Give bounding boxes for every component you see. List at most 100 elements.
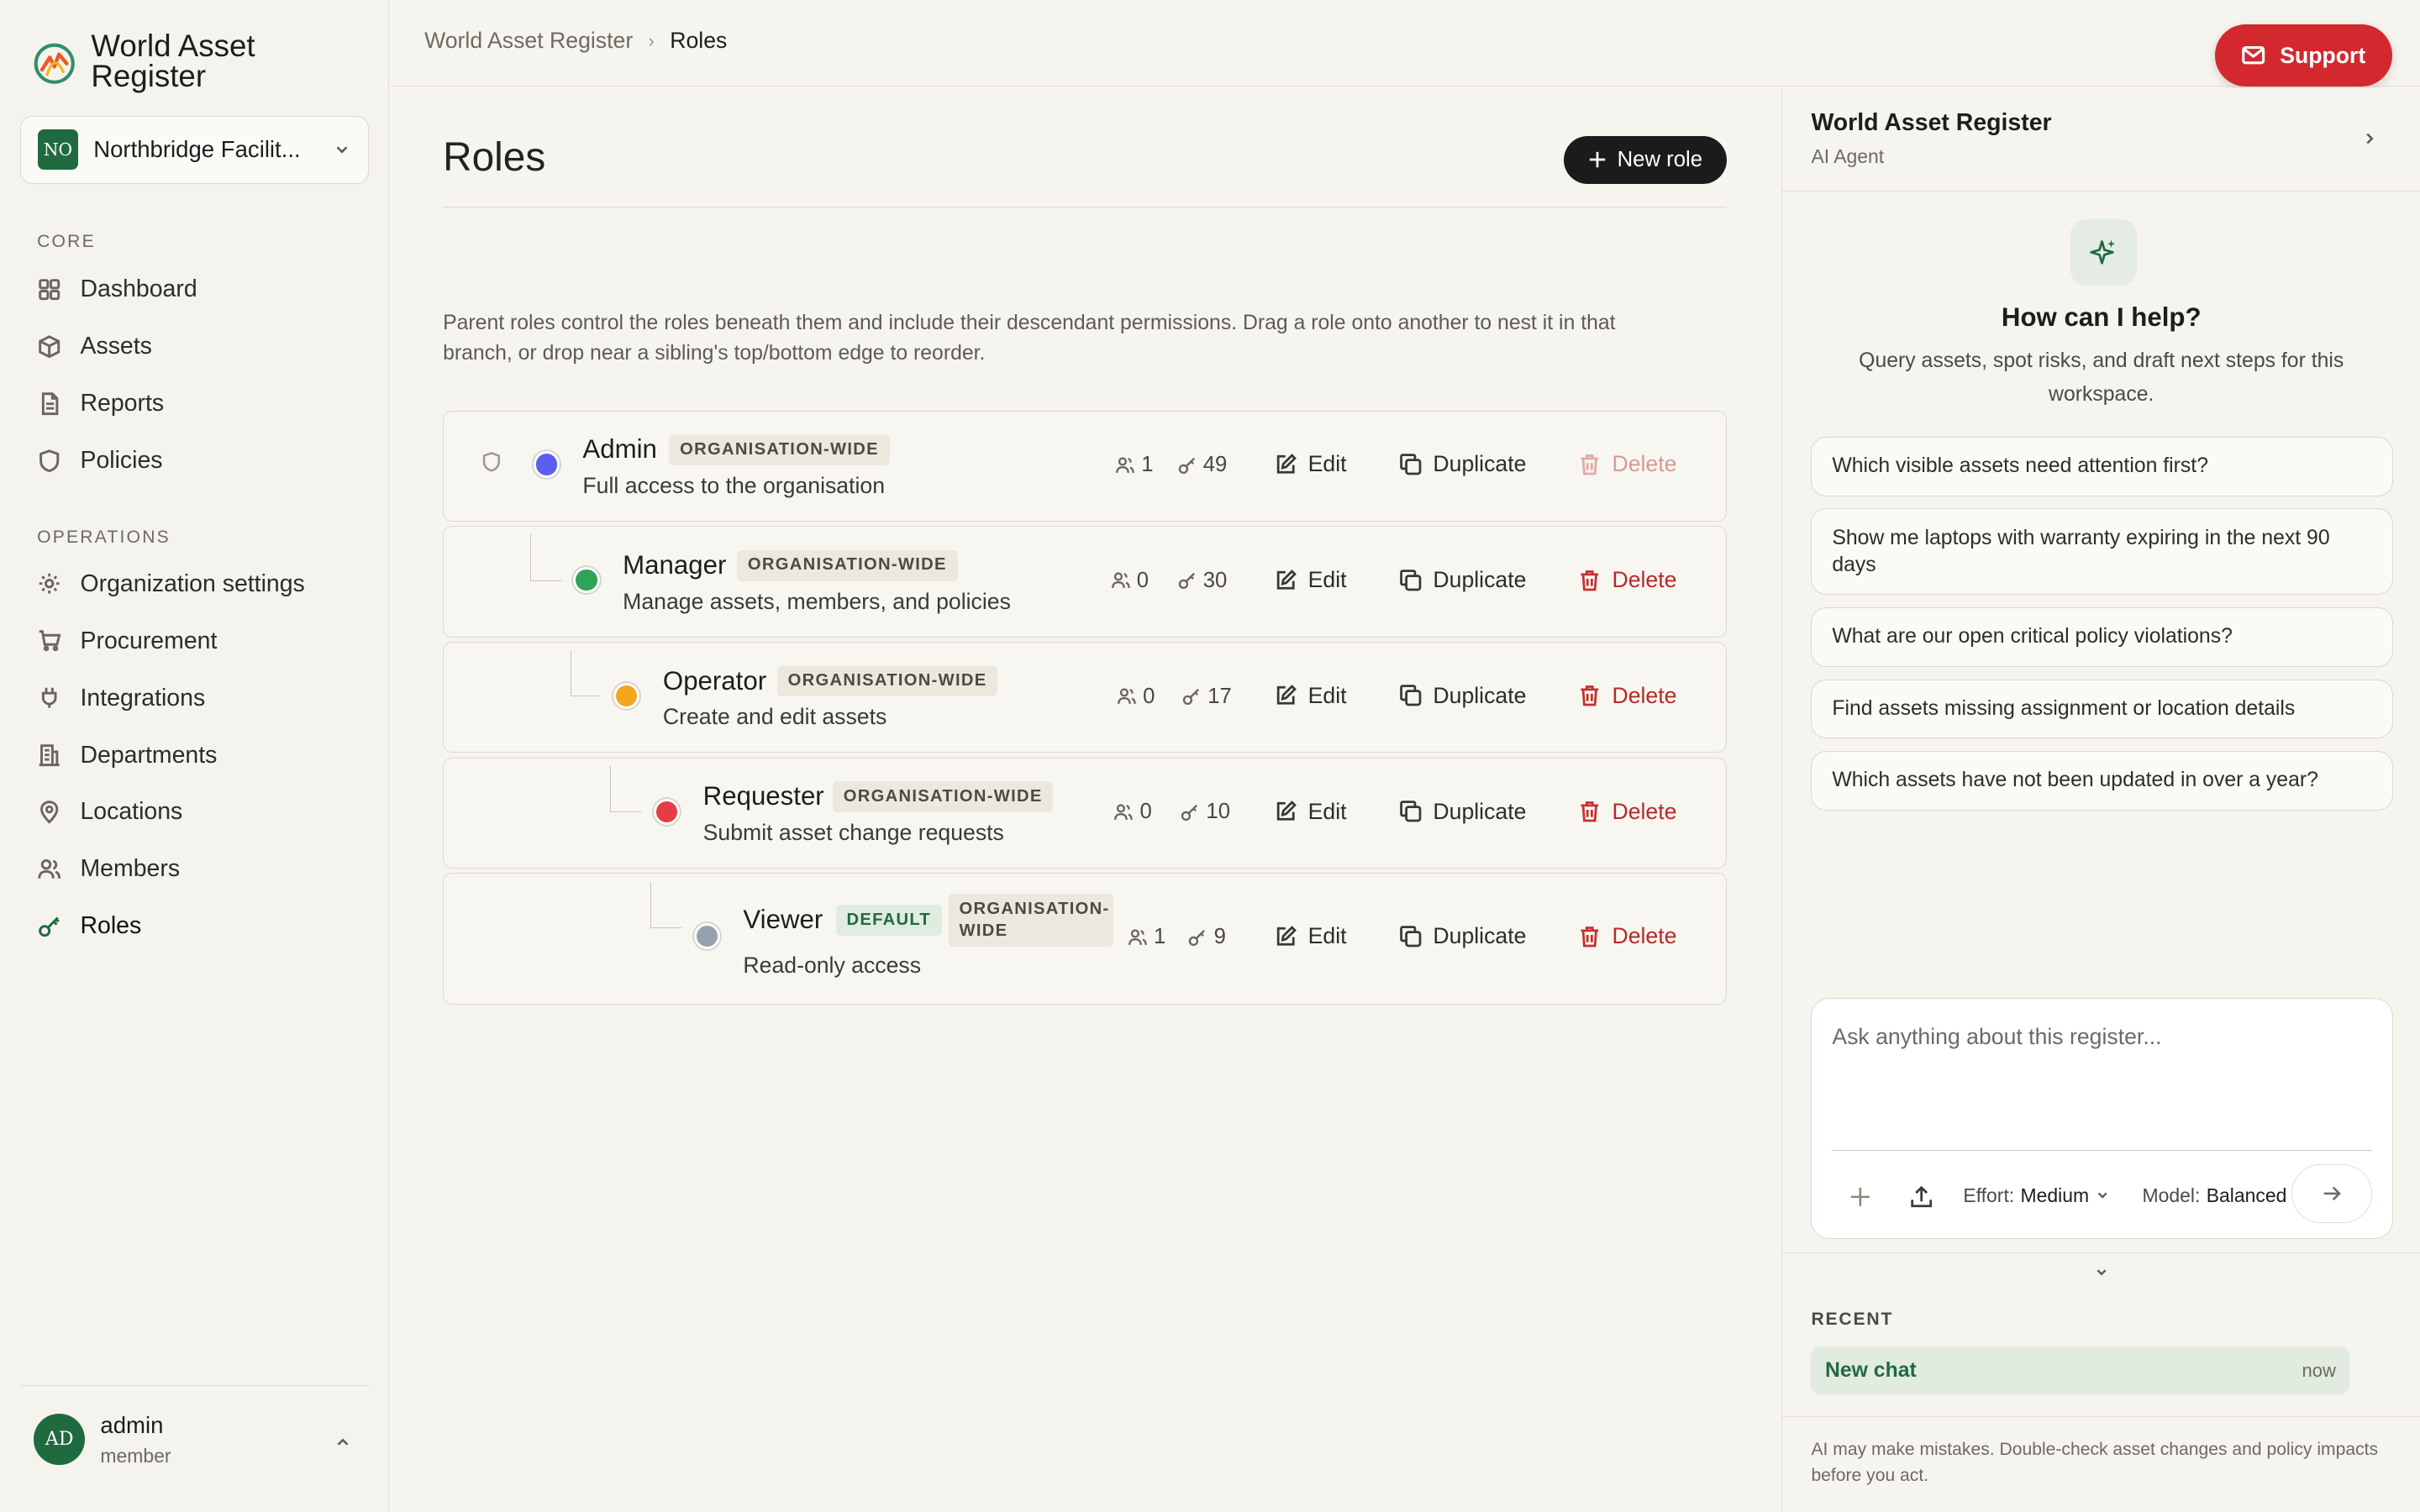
tree-connector (610, 765, 642, 813)
upload-icon[interactable] (1909, 1184, 1933, 1209)
role-row-admin[interactable]: Admin ORGANISATION-WIDE Full access to t… (443, 410, 1728, 522)
role-description: Full access to the organisation (582, 473, 886, 498)
chat-input[interactable]: Ask anything about this register... (1832, 1024, 2161, 1050)
brand[interactable]: World Asset Register (33, 30, 308, 92)
effort-label: Effort: (1963, 1184, 2015, 1206)
delete-button[interactable]: Delete (1578, 567, 1676, 593)
sidebar-item-label: Roles (80, 912, 142, 940)
suggestion-chip[interactable]: What are our open critical policy violat… (1811, 607, 2393, 667)
sidebar-item-label: Dashboard (80, 275, 197, 302)
role-color-dot (653, 798, 681, 825)
duplicate-button[interactable]: Duplicate (1399, 923, 1526, 949)
key-icon (1181, 804, 1198, 821)
sidebar-item-assets[interactable]: Assets (20, 318, 369, 375)
users-icon (1128, 929, 1147, 945)
duplicate-button[interactable]: Duplicate (1399, 567, 1526, 593)
users-icon (1114, 804, 1134, 820)
breadcrumb-item-home[interactable]: World Asset Register (424, 28, 633, 54)
edit-button[interactable]: Edit (1274, 683, 1347, 709)
user-role: member (100, 1444, 171, 1467)
role-row-operator[interactable]: Operator ORGANISATION-WIDE Create and ed… (443, 642, 1728, 753)
edit-label: Edit (1307, 451, 1347, 477)
sidebar-item-roles[interactable]: Roles (20, 898, 369, 955)
role-name: Admin (582, 434, 657, 465)
cart-icon (39, 630, 61, 652)
chevron-right-icon[interactable] (2360, 129, 2379, 148)
role-row-viewer[interactable]: Viewer DEFAULT ORGANISATION- WIDE Read-o… (443, 873, 1728, 1005)
sidebar-item-label: Reports (80, 389, 165, 417)
sidebar-item-policies[interactable]: Policies (20, 432, 369, 489)
sidebar-item-label: Procurement (80, 627, 218, 654)
permission-count: 49 (1177, 453, 1227, 477)
key-icon (1178, 573, 1195, 590)
sidebar-item-members[interactable]: Members (20, 841, 369, 898)
recent-chat-item[interactable]: New chat now (1811, 1347, 2350, 1395)
tree-connector (650, 881, 681, 928)
suggestion-chip[interactable]: Find assets missing assignment or locati… (1811, 679, 2393, 739)
suggestion-chip[interactable]: Which assets have not been updated in ov… (1811, 751, 2393, 811)
suggestion-chip[interactable]: Which visible assets need attention firs… (1811, 436, 2393, 496)
panel-header: World Asset Register AI Agent (1781, 88, 2420, 192)
duplicate-button[interactable]: Duplicate (1399, 451, 1526, 477)
users-icon (1111, 572, 1130, 589)
tree-connector (570, 650, 602, 697)
ai-disclaimer: AI may make mistakes. Double-check asset… (1811, 1439, 2379, 1486)
delete-button[interactable]: Delete (1578, 923, 1676, 949)
sidebar-item-organization-settings[interactable]: Organization settings (20, 555, 369, 612)
app-root: World Asset Register NO Northbridge Faci… (0, 0, 2420, 1512)
key-icon (39, 916, 60, 937)
role-row-manager[interactable]: Manager ORGANISATION-WIDE Manage assets,… (443, 526, 1728, 638)
recent-chat-time: now (2302, 1359, 2336, 1381)
user-menu[interactable]: AD admin member (34, 1412, 360, 1467)
delete-label: Delete (1612, 567, 1677, 593)
copy-icon (1400, 801, 1422, 822)
sidebar-item-label: Members (80, 855, 181, 883)
delete-button[interactable]: Delete (1578, 451, 1676, 477)
role-row-requester[interactable]: Requester ORGANISATION-WIDE Submit asset… (443, 757, 1728, 869)
user-name: admin (100, 1411, 164, 1438)
model-select[interactable]: Model: Balanced (2142, 1184, 2308, 1207)
chat-composer: Ask anything about this register... Effo… (1811, 998, 2393, 1239)
sidebar-item-label: Organization settings (80, 570, 305, 597)
suggestion-chip[interactable]: Show me laptops with warranty expiring i… (1811, 508, 2393, 596)
copy-icon (1400, 454, 1422, 475)
edit-button[interactable]: Edit (1274, 451, 1347, 477)
send-button[interactable] (2291, 1163, 2372, 1223)
sidebar-item-label: Policies (80, 446, 163, 474)
edit-button[interactable]: Edit (1274, 923, 1347, 949)
delete-button[interactable]: Delete (1578, 799, 1676, 825)
sidebar-item-departments[interactable]: Departments (20, 727, 369, 784)
duplicate-button[interactable]: Duplicate (1399, 683, 1526, 709)
edit-label: Edit (1307, 567, 1347, 593)
organization-selector[interactable]: NO Northbridge Facilit... (19, 115, 369, 184)
member-count: 1 (1128, 925, 1165, 949)
suggestion-list: Which visible assets need attention firs… (1811, 436, 2393, 823)
sidebar-item-dashboard[interactable]: Dashboard (20, 260, 369, 318)
role-description: Manage assets, members, and policies (623, 588, 1011, 614)
permission-count: 30 (1177, 569, 1227, 593)
new-role-button[interactable]: New role (1563, 135, 1728, 184)
delete-button[interactable]: Delete (1578, 683, 1676, 709)
panel-subtitle: AI Agent (1811, 144, 1885, 167)
edit-button[interactable]: Edit (1274, 567, 1347, 593)
permission-count-value: 9 (1213, 925, 1226, 949)
recent-chat-title: New chat (1824, 1358, 1917, 1382)
sidebar-item-procurement[interactable]: Procurement (20, 612, 369, 669)
effort-select[interactable]: Effort: Medium (1963, 1184, 2110, 1207)
scope-badge: ORGANISATION-WIDE (737, 549, 958, 581)
sidebar-item-integrations[interactable]: Integrations (20, 669, 369, 727)
shield-icon (39, 449, 60, 472)
edit-button[interactable]: Edit (1274, 799, 1347, 825)
duplicate-button[interactable]: Duplicate (1399, 799, 1526, 825)
sidebar-item-reports[interactable]: Reports (20, 375, 369, 432)
chevron-right-icon: › (648, 29, 655, 51)
member-count: 0 (1113, 800, 1152, 824)
trash-icon (1581, 685, 1599, 706)
chevron-down-icon[interactable] (2092, 1263, 2111, 1282)
support-button[interactable]: Support (2214, 24, 2392, 87)
permission-count: 10 (1180, 800, 1230, 824)
sidebar: World Asset Register NO Northbridge Faci… (0, 0, 389, 1512)
plus-icon[interactable] (1849, 1186, 1871, 1208)
sidebar-item-locations[interactable]: Locations (20, 784, 369, 841)
role-description: Create and edit assets (662, 704, 887, 730)
